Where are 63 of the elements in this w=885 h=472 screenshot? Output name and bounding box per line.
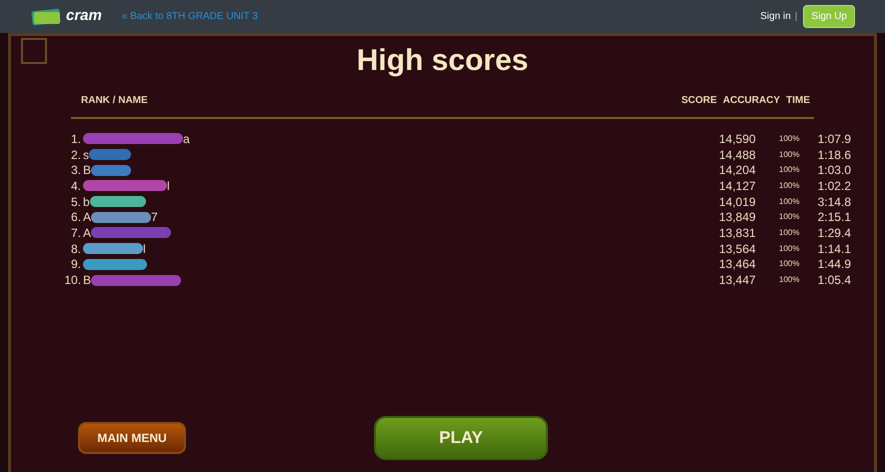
separator: | [794,10,798,24]
score-cell-text: 13,464 [719,258,757,270]
sign-in-link[interactable]: Sign in [760,9,791,24]
time-cell-text: 1:44.9 [816,258,851,270]
rank-number: 1. [70,132,81,145]
time-cell-text: 1:14.1 [816,242,851,255]
score-cell-text: 14,590 [719,132,757,145]
rank-number: 2. [70,148,81,161]
column-header: SCORE [681,94,717,108]
player-name: s [83,148,89,161]
accuracy-cell-text: 100% [779,228,800,237]
rank-number: 4. [70,180,81,192]
play-button[interactable]: PLAY [374,416,548,460]
accuracy-cell-text: 100% [779,182,800,190]
column-header: ACCURACY [722,94,780,108]
rank-number: 9. [70,258,81,270]
time-cell-text: 1:02.2 [816,180,851,192]
score-cell-text: 13,447 [719,274,757,286]
rank-number: 7. [70,226,81,239]
accuracy-cell-text: 100% [779,260,800,268]
player-name: a [183,132,190,145]
column-header: TIME [786,94,810,108]
time-cell-text: 1:29.4 [816,226,851,239]
score-cell-text: 14,488 [719,148,757,161]
score-cell-text: 13,564 [719,242,757,255]
score-cell-text: 14,019 [719,196,757,208]
column-header: RANK / NAME [81,94,148,108]
frame-corner [21,38,47,64]
rank-number: 3. [70,164,81,176]
score-cell-text: 13,831 [719,226,757,239]
accuracy-cell-text: 100% [779,134,800,143]
accuracy-cell-text: 100% [779,276,800,284]
player-name: 7 [151,211,158,224]
accuracy-cell-text: 100% [779,150,800,159]
main-menu-button[interactable]: MAIN MENU [78,422,186,454]
time-cell-text: 1:03.0 [816,164,851,176]
rank-number: 10. [63,274,81,286]
player-name: B [83,274,92,286]
time-cell-text: 1:18.6 [816,148,851,161]
rank-number: 5. [70,196,81,208]
cards-logo-icon [30,8,62,26]
player-name: b [83,196,90,208]
accuracy-cell-text: 100% [779,213,800,222]
score-cell-text: 14,204 [719,164,757,176]
player-name: B [83,164,92,176]
accuracy-cell-text: 100% [779,244,800,253]
time-cell-text: 3:14.8 [816,196,851,208]
accuracy-cell-text: 100% [779,198,800,206]
score-cell-text: 14,127 [719,180,757,192]
back-link[interactable]: « Back to 8TH GRADE UNIT 3 [122,9,258,24]
rank-number: 8. [70,242,81,255]
player-name: l [143,242,146,255]
page-title: High scores [356,43,528,79]
accuracy-cell-text: 100% [779,166,800,174]
rank-number: 6. [70,211,81,224]
score-cell-text: 13,849 [719,211,757,224]
time-cell-text: 1:07.9 [816,132,851,145]
player-name: l [167,180,170,192]
player-name: A [83,226,92,239]
player-name: A [83,211,92,224]
logo-text[interactable]: cram [66,5,102,28]
time-cell-text: 2:15.1 [816,211,851,224]
time-cell-text: 1:05.4 [816,274,851,286]
